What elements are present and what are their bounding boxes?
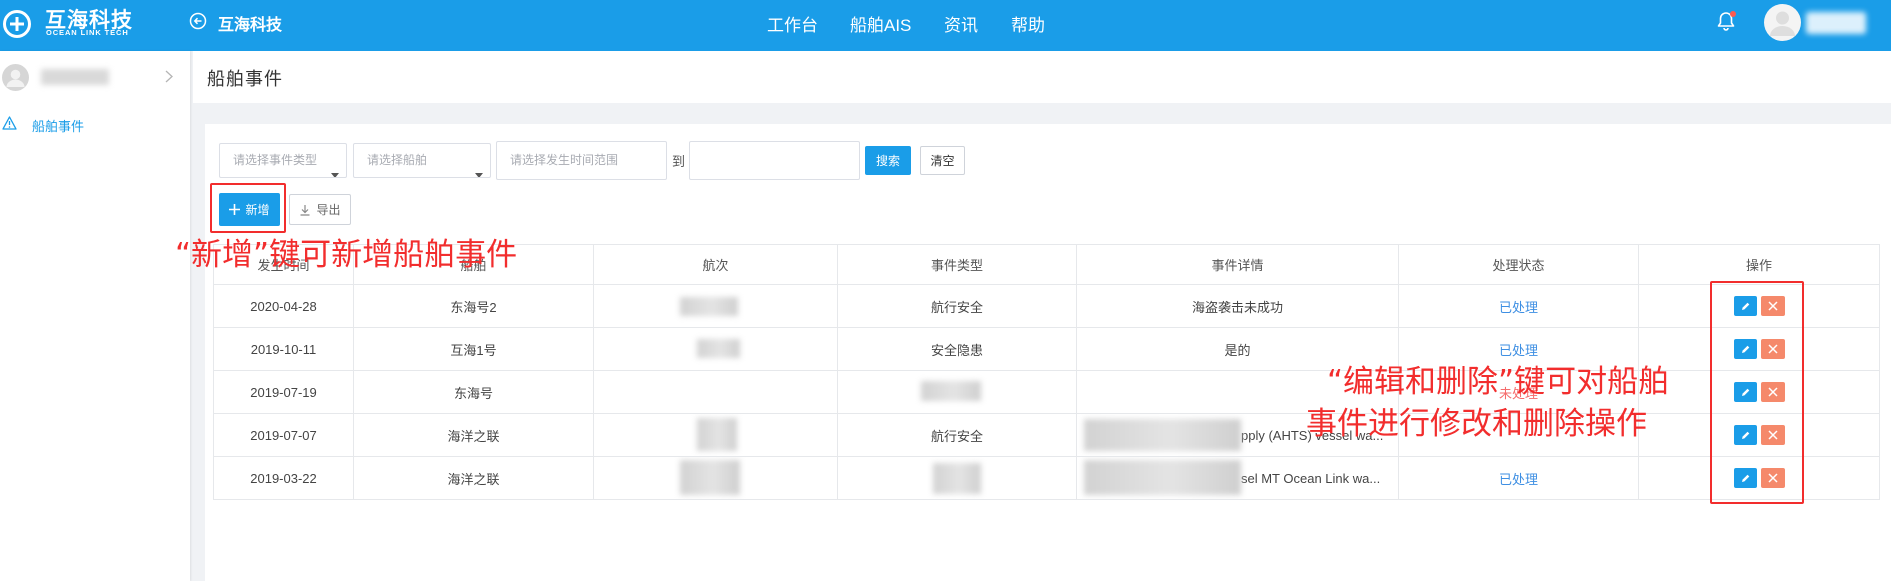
ocean-link-logo-icon [2, 9, 32, 39]
table-row: 2019-03-22 海洋之联 sel MT Ocean Link wa... … [214, 457, 1880, 500]
sidebar-avatar [2, 64, 29, 91]
redacted-blur [933, 463, 981, 494]
redacted-blur [1806, 12, 1866, 34]
cell-ship: 东海号2 [354, 285, 594, 328]
logo-subtitle: OCEAN LINK TECH [46, 28, 129, 37]
warning-icon [2, 116, 17, 130]
cell-date: 2019-10-11 [214, 328, 354, 371]
export-button[interactable]: 导出 [289, 194, 351, 225]
top-navigation-bar: 互海科技 OCEAN LINK TECH 互海科技 工作台 船舶AIS 资讯 帮… [0, 0, 1891, 51]
cell-date: 2019-03-22 [214, 457, 354, 500]
redacted-blur [697, 339, 740, 358]
cell-voyage [594, 457, 838, 500]
cell-voyage [594, 414, 838, 457]
cell-ship: 海洋之联 [354, 457, 594, 500]
redacted-blur [1084, 460, 1241, 495]
sidebar-item-ship-events[interactable]: 船舶事件 [0, 113, 190, 135]
nav-item-help[interactable]: 帮助 [1011, 11, 1045, 36]
nav-item-news[interactable]: 资讯 [944, 11, 978, 36]
ship-placeholder: 请选择船舶 [367, 153, 428, 167]
cell-event-type: 航行安全 [838, 414, 1077, 457]
cell-event-detail: 海盗袭击未成功 [1077, 285, 1399, 328]
back-arrow-icon[interactable] [189, 12, 207, 30]
clear-button-label: 清空 [930, 154, 955, 168]
content-card: 请选择事件类型 请选择船舶 请选择发生时间范围 到 搜索 清空 新增 导出 发生… [205, 124, 1891, 581]
sidebar-item-label[interactable]: 船舶事件 [32, 116, 84, 135]
cell-voyage [594, 285, 838, 328]
cell-event-type: 安全隐患 [838, 328, 1077, 371]
add-annotation-text: “新增”键可新增船舶事件 [175, 237, 518, 273]
add-button-highlight-box [210, 183, 286, 233]
cell-status: 已处理 [1399, 457, 1639, 500]
date-to-input[interactable] [689, 141, 860, 180]
redacted-blur [1084, 419, 1241, 451]
sidebar: 船舶事件 [0, 51, 190, 581]
redacted-blur [697, 418, 737, 451]
status-link[interactable]: 已处理 [1499, 340, 1538, 359]
sidebar-user-card[interactable] [0, 61, 190, 97]
status-link[interactable]: 已处理 [1499, 469, 1538, 488]
redacted-blur [680, 297, 738, 316]
event-type-select[interactable]: 请选择事件类型 [219, 143, 347, 178]
date-range-separator: 到 [672, 154, 686, 169]
cell-event-detail: sel MT Ocean Link wa... [1077, 457, 1399, 500]
date-from-placeholder: 请选择发生时间范围 [510, 153, 619, 167]
nav-item-workbench[interactable]: 工作台 [767, 11, 818, 36]
cell-event-type: 航行安全 [838, 285, 1077, 328]
cell-voyage [594, 328, 838, 371]
nav-item-ship-ais[interactable]: 船舶AIS [850, 11, 911, 36]
caret-down-icon [331, 158, 339, 177]
event-type-placeholder: 请选择事件类型 [233, 153, 318, 167]
redacted-blur [41, 69, 109, 85]
chevron-right-icon[interactable] [165, 70, 173, 83]
page-title: 船舶事件 [207, 69, 283, 89]
download-icon [299, 204, 311, 216]
date-from-input[interactable]: 请选择发生时间范围 [496, 141, 667, 180]
cell-date: 2019-07-19 [214, 371, 354, 414]
cell-status: 已处理 [1399, 285, 1639, 328]
search-button-label: 搜索 [875, 154, 900, 168]
caret-down-icon [475, 158, 483, 177]
search-button[interactable]: 搜索 [865, 146, 911, 175]
clear-button[interactable]: 清空 [920, 146, 965, 175]
page-header: 船舶事件 [193, 51, 1891, 103]
cell-voyage [594, 371, 838, 414]
user-avatar[interactable] [1764, 4, 1801, 41]
cell-ship: 海洋之联 [354, 414, 594, 457]
redacted-blur [921, 381, 981, 401]
export-button-label: 导出 [316, 203, 341, 217]
cell-event-type [838, 457, 1077, 500]
ship-select[interactable]: 请选择船舶 [353, 143, 491, 178]
column-header: 事件详情 [1077, 245, 1399, 285]
column-header: 事件类型 [838, 245, 1077, 285]
cell-ship: 互海1号 [354, 328, 594, 371]
column-header: 操作 [1639, 245, 1880, 285]
cell-date: 2019-07-07 [214, 414, 354, 457]
back-link-label[interactable]: 互海科技 [218, 11, 282, 35]
back-link[interactable]: 互海科技 [189, 10, 289, 35]
actions-highlight-box [1710, 281, 1804, 504]
column-header: 航次 [594, 245, 838, 285]
status-link[interactable]: 已处理 [1499, 297, 1538, 316]
edit-annotation-line2: 事件进行修改和删除操作 [1306, 406, 1647, 442]
redacted-blur [680, 460, 740, 495]
notification-dot [1730, 11, 1736, 17]
cell-ship: 东海号 [354, 371, 594, 414]
edit-annotation-line1: “编辑和删除”键可对船舶 [1327, 364, 1670, 400]
table-row: 2020-04-28 东海号2 航行安全 海盗袭击未成功 已处理 [214, 285, 1880, 328]
cell-event-detail-text: sel MT Ocean Link wa... [1241, 470, 1381, 486]
cell-date: 2020-04-28 [214, 285, 354, 328]
cell-event-type [838, 371, 1077, 414]
column-header: 处理状态 [1399, 245, 1639, 285]
